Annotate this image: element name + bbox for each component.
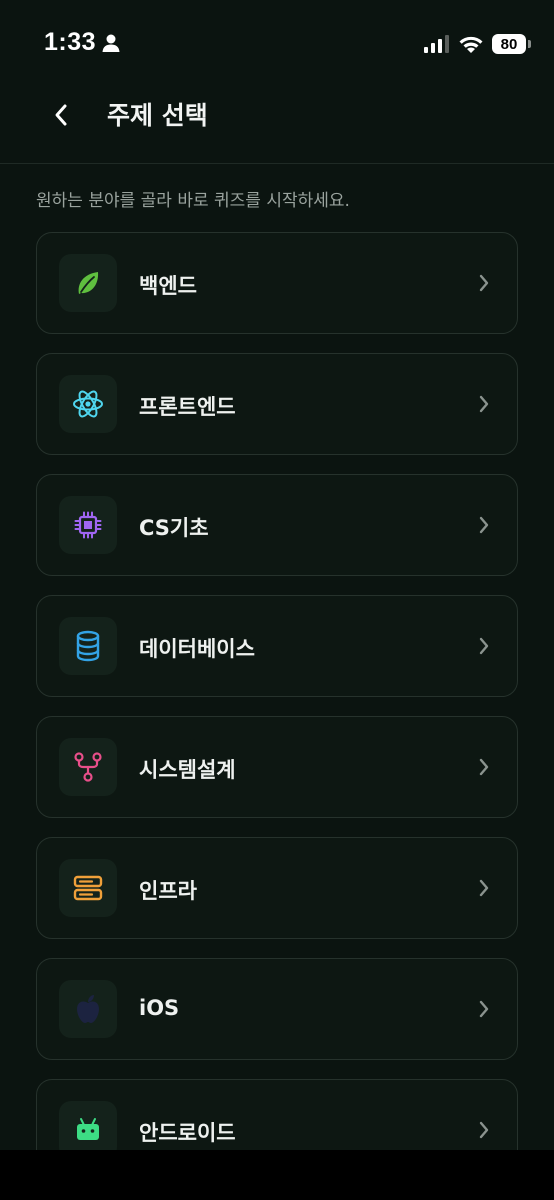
topic-label: 프론트엔드 [139,395,236,419]
topic-card-database[interactable]: 데이터베이스 [36,595,518,697]
topic-icon-container [59,738,117,796]
battery-indicator: 80 [492,34,531,54]
topic-card-cs-basics[interactable]: CS기초 [36,474,518,576]
chevron-right-icon [479,274,489,292]
topic-label: 인프라 [139,879,197,903]
atom-icon [73,390,103,418]
topic-card-backend[interactable]: 백엔드 [36,232,518,334]
topic-icon-container [59,859,117,917]
chevron-right-icon [479,1000,489,1018]
topic-icon-container [59,617,117,675]
network-icon [74,752,102,782]
chevron-right-icon [479,395,489,413]
status-bar: 1:33 80 [0,0,554,88]
chevron-left-icon [55,104,67,126]
page-title: 주제 선택 [107,101,208,130]
topic-icon-container [59,496,117,554]
topic-label: CS기초 [139,516,209,540]
topic-label: 시스템설계 [139,758,236,782]
android-icon [77,1118,99,1140]
status-time: 1:33 [44,28,97,56]
server-icon [73,875,103,901]
chevron-right-icon [479,637,489,655]
topic-card-frontend[interactable]: 프론트엔드 [36,353,518,455]
chevron-right-icon [479,758,489,776]
chevron-right-icon [479,516,489,534]
leaf-icon [78,272,99,294]
chevron-right-icon [479,879,489,897]
topic-label: 안드로이드 [139,1121,236,1145]
back-button[interactable] [44,98,78,132]
topic-icon-container [59,980,117,1038]
subtitle: 원하는 분야를 골라 바로 퀴즈를 시작하세요. [36,191,350,211]
bottom-area [0,1150,554,1200]
topic-card-ios[interactable]: iOS [36,958,518,1060]
topic-icon-container [59,254,117,312]
topic-card-infrastructure[interactable]: 인프라 [36,837,518,939]
topic-label: 데이터베이스 [139,637,255,661]
wifi-icon [459,36,483,53]
battery-cap [528,40,531,48]
header: 주제 선택 [0,88,554,164]
cellular-signal-icon [424,35,449,53]
chip-icon [74,511,102,539]
battery-level: 80 [500,35,518,53]
apple-icon [77,995,99,1023]
topic-label: iOS [139,996,180,1020]
person-icon [102,34,120,52]
topic-card-system-design[interactable]: 시스템설계 [36,716,518,818]
status-indicators: 80 [424,32,531,56]
topic-label: 백엔드 [139,274,197,298]
chevron-right-icon [479,1121,489,1139]
topic-icon-container [59,375,117,433]
database-icon [76,630,100,662]
